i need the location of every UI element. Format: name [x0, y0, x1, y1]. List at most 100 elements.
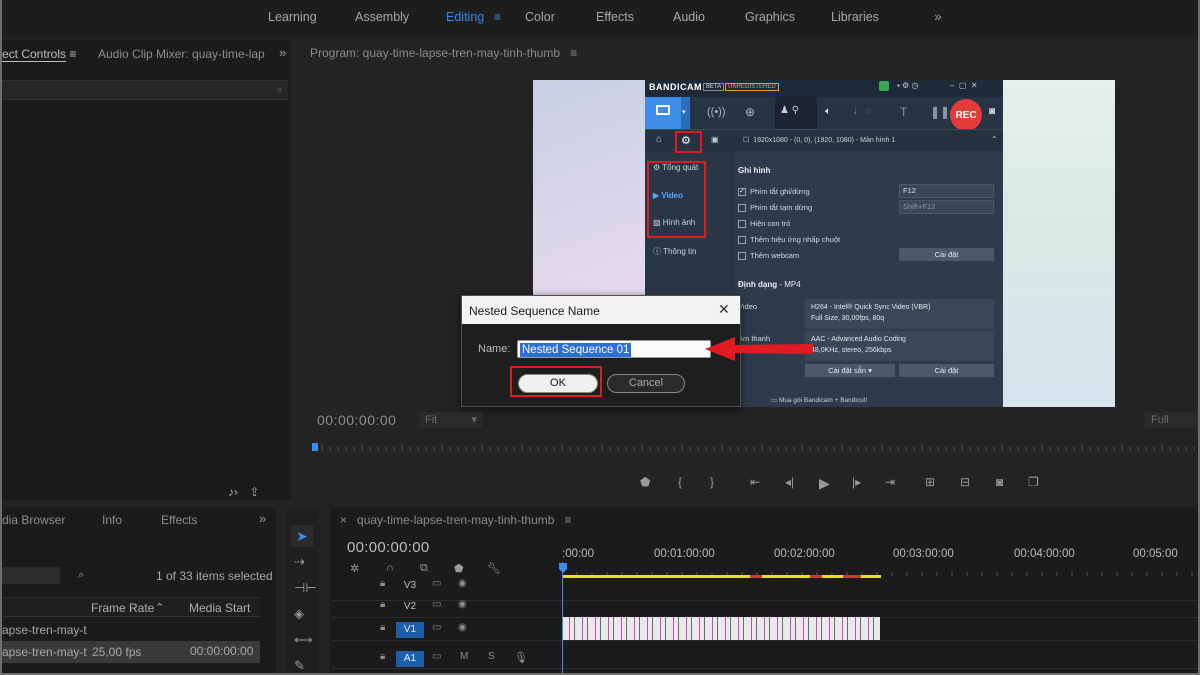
mark-out-icon[interactable]: } [710, 475, 714, 489]
sync-lock-icon[interactable]: ▭ [432, 578, 441, 589]
playhead-line[interactable] [562, 562, 563, 675]
video-tab-icon: ▣ [711, 135, 719, 144]
format-heading: Định dạng - MP4 [738, 280, 801, 289]
list-item[interactable]: apse-tren-may-t 25,00 fps 00:00:00:00 [2, 641, 260, 663]
column-frame-rate[interactable]: Frame Rate [91, 601, 154, 615]
monitor-icon [656, 105, 670, 115]
eye-icon[interactable]: ◉ [458, 578, 467, 589]
workspace-bar: Learning Assembly Editing ≡ Color Effect… [0, 0, 1200, 36]
solo-button[interactable]: S [488, 651, 495, 662]
timeline-timecode[interactable]: 00:00:00:00 [347, 539, 430, 556]
checkbox-webcam: Thêm webcam [738, 251, 799, 261]
workspace-overflow-icon[interactable]: » [934, 8, 942, 24]
comparison-view-icon[interactable]: ❐ [1028, 475, 1039, 489]
clip-frame-marks [562, 617, 880, 640]
sync-lock-icon[interactable]: ▭ [432, 622, 441, 633]
step-back-icon[interactable]: ◂| [785, 475, 794, 489]
column-media-start[interactable]: Media Start [189, 601, 250, 615]
sync-lock-icon[interactable]: ▭ [432, 599, 441, 610]
workspace-tab-assembly[interactable]: Assembly [355, 10, 409, 24]
tools-panel: ➤ ⇢ ⊣⊢ ◈ ⟷ ✎ [286, 507, 318, 675]
collapse-icon[interactable]: « [277, 84, 282, 94]
lock-icon[interactable]: 🔒︎ [380, 599, 385, 610]
workspace-tab-color[interactable]: Color [525, 10, 555, 24]
play-icon[interactable]: ▶ [819, 475, 830, 492]
items-selected-count: 1 of 33 items selected [156, 569, 273, 583]
list-item[interactable]: apse-tren-may-t [2, 620, 260, 642]
zoom-fit-select[interactable]: Fit ▾ [420, 412, 482, 428]
v1-clip[interactable] [562, 617, 880, 640]
program-timecode[interactable]: 00:00:00:00 [317, 412, 396, 428]
checkbox-show-cursor: Hiện con trỏ [738, 219, 790, 229]
lock-icon[interactable]: 🔒︎ [380, 622, 385, 633]
sequence-name-value[interactable]: Nested Sequence 01 [520, 343, 632, 357]
mark-in-icon[interactable]: { [678, 475, 682, 489]
left-panel-overflow-icon[interactable]: » [279, 45, 286, 60]
window-controls-icon: – ▢ ✕ [950, 81, 978, 90]
workspace-tab-editing[interactable]: Editing [446, 10, 484, 24]
checkbox-record-hotkey: ✓ Phím tắt ghi/dừng [738, 187, 810, 197]
track-label-v1[interactable]: V1 [396, 622, 424, 638]
track-label-v2[interactable]: V2 [396, 599, 424, 615]
unregistered-badge: UNREGISTERED [725, 83, 779, 91]
ripple-edit-tool-icon[interactable]: ⊣⊢ [294, 580, 317, 596]
ruler-time-label: :00:00 [562, 548, 594, 560]
eye-icon[interactable]: ◉ [458, 599, 467, 610]
sequence-name-input[interactable]: Nested Sequence 01 [517, 340, 711, 358]
selection-tool-icon[interactable]: ➤ [291, 525, 313, 547]
track-label-v3[interactable]: V3 [396, 578, 424, 594]
extract-icon[interactable]: ⊟ [960, 475, 970, 489]
track-select-tool-icon[interactable]: ⇢ [294, 554, 305, 570]
checkbox-click-effects: Thêm hiệu ứng nhấp chuột [738, 235, 840, 245]
project-search-input[interactable] [2, 567, 60, 584]
format-settings-button: Cài đặt [899, 364, 994, 377]
cancel-button[interactable]: Cancel [607, 374, 685, 393]
workspace-tab-effects[interactable]: Effects [596, 10, 634, 24]
home-icon: ⌂ [656, 134, 663, 145]
eye-icon[interactable]: ◉ [458, 622, 467, 633]
tab-effect-controls[interactable]: ect Controls ≡ [2, 47, 76, 62]
sync-lock-icon[interactable]: ▭ [432, 651, 441, 662]
go-to-in-icon[interactable]: ⇤ [750, 475, 760, 489]
track-header-v1: 🔒︎ V1 ▭ ◉ [332, 617, 560, 641]
lock-icon[interactable]: 🔒︎ [380, 651, 385, 662]
promo-text: ▭ Mua gói Bandicam + Bandicut! [771, 397, 868, 404]
close-icon[interactable]: ✕ [718, 301, 730, 318]
program-timeline-ruler[interactable] [312, 440, 1198, 454]
workspace-tab-graphics[interactable]: Graphics [745, 10, 795, 24]
mute-button[interactable]: M [460, 651, 468, 662]
workspace-tab-learning[interactable]: Learning [268, 10, 317, 24]
timeline-sequence-tab[interactable]: × quay-time-lapse-tren-may-tinh-thumb ≡ [340, 513, 571, 527]
slip-tool-icon[interactable]: ⟷ [294, 632, 313, 648]
tab-media-browser[interactable]: dia Browser [2, 513, 65, 527]
program-monitor-title: Program: quay-time-lapse-tren-may-tinh-t… [310, 46, 578, 60]
mic-icon[interactable]: 🎙︎ [514, 651, 528, 664]
tab-effects[interactable]: Effects [161, 513, 197, 527]
beta-badge: BETA [703, 83, 725, 91]
tab-info[interactable]: Info [102, 513, 122, 527]
export-audio-icon[interactable]: ♪› [228, 485, 238, 499]
step-forward-icon[interactable]: |▸ [852, 475, 861, 489]
game-recording-icon: ⊕ [745, 105, 756, 119]
export-icon[interactable]: ⇪ [249, 485, 259, 499]
add-marker-icon[interactable]: ⬟ [640, 475, 650, 489]
resolution-select[interactable]: Full [1145, 412, 1199, 428]
new-bin-icon[interactable]: ⌕ [78, 569, 84, 582]
lock-icon[interactable]: 🔒︎ [380, 578, 385, 589]
pen-tool-icon[interactable]: ✎ [294, 658, 305, 674]
webcam-icon: ♟ ⚲ [780, 105, 800, 116]
tab-audio-clip-mixer[interactable]: Audio Clip Mixer: quay-time-lap [98, 47, 265, 61]
lift-icon[interactable]: ⊞ [925, 475, 935, 489]
preset-button: Cài đặt sẵn ▾ [805, 364, 895, 377]
workspace-tab-libraries[interactable]: Libraries [831, 10, 879, 24]
workspace-tab-audio[interactable]: Audio [673, 10, 705, 24]
workspace-menu-icon[interactable]: ≡ [494, 10, 501, 24]
go-to-out-icon[interactable]: ⇥ [885, 475, 895, 489]
project-overflow-icon[interactable]: » [259, 511, 266, 526]
track-header-a1: 🔒︎ A1 ▭ M S 🎙︎ [332, 646, 560, 670]
razor-tool-icon[interactable]: ◈ [294, 606, 304, 622]
track-label-a1[interactable]: A1 [396, 651, 424, 667]
sort-asc-icon[interactable]: ⌃ [155, 601, 164, 614]
export-frame-icon[interactable]: ◙ [996, 475, 1003, 489]
audio-codec-info: AAC - Advanced Audio Coding 48,0KHz, ster… [805, 331, 994, 361]
